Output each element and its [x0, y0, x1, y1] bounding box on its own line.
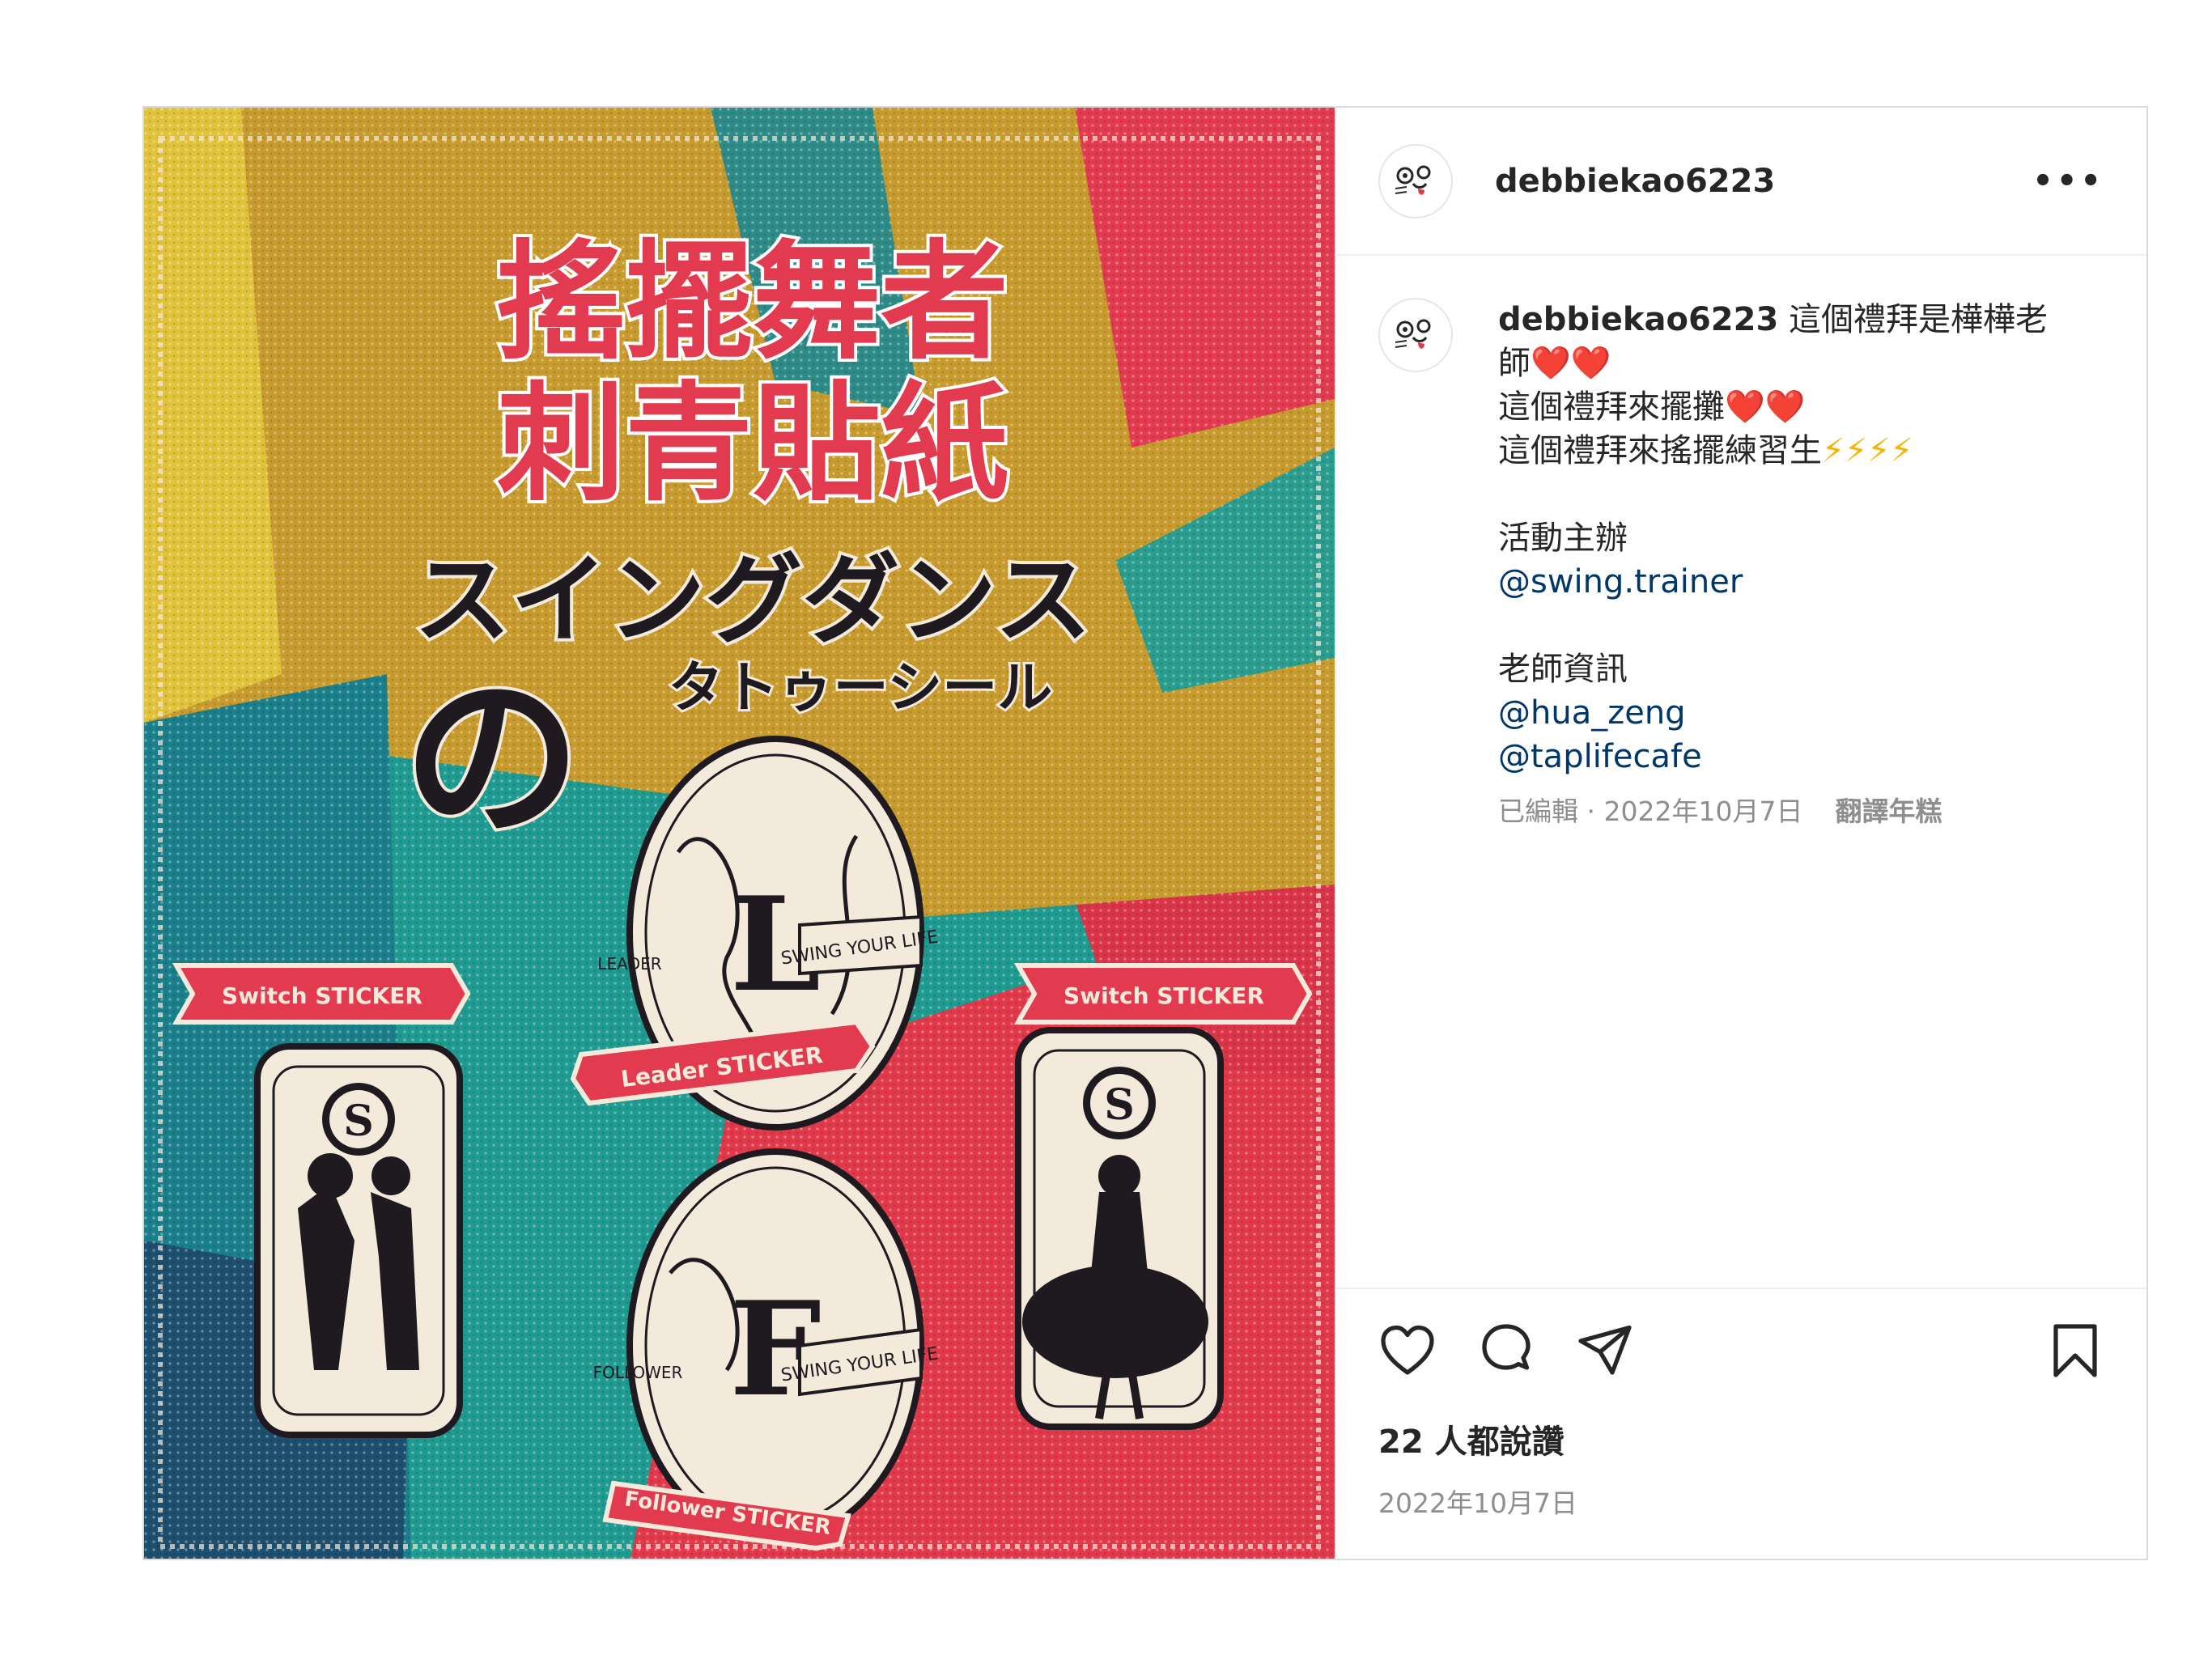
- action-bar: [1378, 1318, 2104, 1383]
- heart-emoji: ❤️: [1764, 388, 1806, 426]
- avatar-cat-icon: [1395, 165, 1431, 195]
- post-date: 2022年10月7日: [1378, 1487, 1577, 1519]
- follower-tag: FOLLOWER: [593, 1363, 683, 1382]
- switch-ribbon-right-text: Switch STICKER: [1064, 982, 1264, 1009]
- lightning-emoji: ⚡: [1890, 432, 1913, 469]
- edited-date: 已編輯 · 2022年10月7日: [1498, 796, 1803, 827]
- translate-link[interactable]: 翻譯年糕: [1835, 790, 1942, 834]
- switch-badge-right: S: [1104, 1080, 1135, 1130]
- mention-swing-trainer[interactable]: @swing.trainer: [1498, 560, 2065, 604]
- switch-badge-left: S: [343, 1097, 374, 1146]
- caption-text-3: 這個禮拜來搖擺練習生: [1498, 432, 1822, 469]
- poster-title-line1: 搖擺舞者: [497, 228, 1008, 377]
- caption-line-1: debbiekao6223 這個禮拜是樺樺老師❤️❤️: [1498, 298, 2065, 385]
- more-options-icon[interactable]: •••: [2032, 163, 2104, 200]
- caption-username[interactable]: debbiekao6223: [1498, 301, 1778, 338]
- organizer-label: 活動主辦: [1498, 520, 1628, 557]
- post-image[interactable]: 搖擺舞者 刺青貼紙 スイングダンス の タトゥーシール L SWING YOUR…: [144, 108, 1335, 1559]
- instagram-post: 搖擺舞者 刺青貼紙 スイングダンス の タトゥーシール L SWING YOUR…: [142, 106, 2148, 1560]
- sticker-poster: 搖擺舞者 刺青貼紙 スイングダンス の タトゥーシール L SWING YOUR…: [144, 108, 1335, 1559]
- share-icon[interactable]: [1576, 1322, 1634, 1380]
- heart-icon[interactable]: [1378, 1322, 1437, 1380]
- heart-emoji: ❤️: [1725, 388, 1765, 426]
- switch-ribbon-left-text: Switch STICKER: [222, 982, 422, 1009]
- caption-line-3: 這個禮拜來搖擺練習生⚡⚡⚡⚡: [1498, 429, 2065, 473]
- poster-title-line2: 刺青貼紙: [497, 370, 1008, 519]
- post-header: debbiekao6223 •••: [1336, 108, 2146, 256]
- post-username[interactable]: debbiekao6223: [1495, 163, 2032, 200]
- caption-line-2: 這個禮拜來擺攤❤️❤️: [1498, 385, 2065, 429]
- lightning-emoji: ⚡: [1845, 432, 1868, 469]
- caption-text-2: 這個禮拜來擺攤: [1498, 388, 1725, 426]
- comments-section: debbiekao6223 這個禮拜是樺樺老師❤️❤️ 這個禮拜來擺攤❤️❤️ …: [1336, 256, 2146, 1288]
- post-footer: 22 人都說讚 2022年10月7日: [1336, 1288, 2146, 1559]
- poster-katakana-no: の: [403, 655, 581, 862]
- post-caption: debbiekao6223 這個禮拜是樺樺老師❤️❤️ 這個禮拜來擺攤❤️❤️ …: [1498, 298, 2065, 834]
- lightning-emoji: ⚡: [1867, 432, 1891, 469]
- post-side-panel: debbiekao6223 ••• debbiekao6223 這個禮拜是樺樺老…: [1335, 108, 2146, 1559]
- mention-taplifecafe[interactable]: @taplifecafe: [1498, 735, 2065, 779]
- teacher-label: 老師資訊: [1498, 651, 1628, 688]
- leader-tag: LEADER: [597, 954, 661, 974]
- poster-katakana-line2: タトゥーシール: [669, 656, 1053, 720]
- heart-emoji: ❤️: [1531, 345, 1571, 382]
- avatar[interactable]: [1378, 143, 1453, 219]
- comment-icon[interactable]: [1477, 1322, 1535, 1380]
- avatar-cat-icon: [1395, 319, 1431, 349]
- mention-hua-zeng[interactable]: @hua_zeng: [1498, 691, 2065, 735]
- caption-meta: 已編輯 · 2022年10月7日 翻譯年糕: [1498, 790, 2065, 834]
- lightning-emoji: ⚡: [1822, 432, 1845, 469]
- like-count[interactable]: 22 人都說讚: [1378, 1415, 2104, 1462]
- heart-emoji: ❤️: [1570, 345, 1611, 382]
- bookmark-icon[interactable]: [2046, 1322, 2104, 1380]
- caption-avatar[interactable]: [1378, 298, 1453, 372]
- poster-katakana-line1: スイングダンス: [414, 545, 1092, 657]
